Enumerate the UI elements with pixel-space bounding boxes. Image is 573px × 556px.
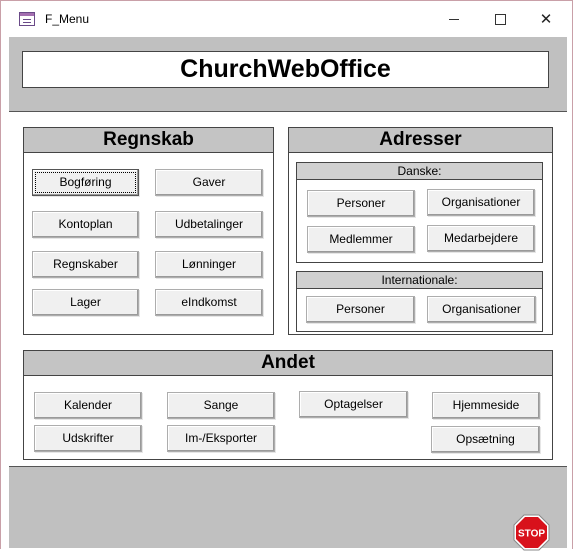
internationale-personer-button[interactable]: Personer [306, 296, 415, 323]
maximize-button[interactable] [477, 1, 523, 37]
lager-button[interactable]: Lager [32, 289, 139, 316]
stop-button[interactable]: STOP [513, 514, 550, 551]
andet-group: Andet Kalender Sange Optagelser Hjemmesi… [23, 350, 553, 460]
udbetalinger-button[interactable]: Udbetalinger [155, 211, 263, 238]
internationale-organisationer-button[interactable]: Organisationer [427, 296, 536, 323]
regnskab-title: Regnskab [24, 128, 273, 153]
regnskaber-button[interactable]: Regnskaber [32, 251, 139, 278]
danske-personer-button[interactable]: Personer [307, 190, 415, 217]
form-header: ChurchWebOffice [9, 37, 567, 112]
gaver-button[interactable]: Gaver [155, 169, 263, 196]
adresser-title: Adresser [289, 128, 552, 153]
form-icon [19, 12, 35, 26]
danske-organisationer-button[interactable]: Organisationer [427, 189, 535, 216]
optagelser-button[interactable]: Optagelser [299, 391, 408, 418]
bogforing-button[interactable]: Bogføring [32, 169, 139, 196]
danske-title: Danske: [297, 163, 542, 180]
im-eksporter-button[interactable]: Im-/Eksporter [167, 425, 275, 452]
adresser-group: Adresser Danske: Personer Organisationer… [288, 127, 553, 335]
minimize-button[interactable] [431, 1, 477, 37]
opsaetning-button[interactable]: Opsætning [431, 426, 540, 453]
danske-subgroup: Danske: Personer Organisationer Medlemme… [296, 162, 543, 263]
stop-label: STOP [518, 529, 545, 540]
internationale-title: Internationale: [297, 272, 542, 289]
form-body: ChurchWebOffice Regnskab Bogføring Gaver… [1, 37, 572, 551]
internationale-subgroup: Internationale: Personer Organisationer [296, 271, 543, 332]
lonninger-button[interactable]: Lønninger [155, 251, 263, 278]
andet-title: Andet [24, 351, 552, 376]
kontoplan-button[interactable]: Kontoplan [32, 211, 139, 238]
app-title: ChurchWebOffice [22, 51, 549, 88]
form-footer: STOP [9, 466, 567, 551]
access-form-window: F_Menu ✕ ChurchWebOffice Regnskab Bogfør… [0, 0, 573, 551]
close-button[interactable]: ✕ [523, 1, 569, 37]
kalender-button[interactable]: Kalender [34, 392, 142, 419]
title-bar[interactable]: F_Menu ✕ [1, 1, 572, 37]
hjemmeside-button[interactable]: Hjemmeside [432, 392, 540, 419]
window-title: F_Menu [45, 12, 90, 26]
eindkomst-button[interactable]: eIndkomst [155, 289, 263, 316]
stop-sign-icon: STOP [513, 514, 550, 551]
regnskab-group: Regnskab Bogføring Gaver Kontoplan Udbet… [23, 127, 274, 335]
udskrifter-button[interactable]: Udskrifter [34, 425, 142, 452]
form-detail: Regnskab Bogføring Gaver Kontoplan Udbet… [9, 113, 567, 466]
sange-button[interactable]: Sange [167, 392, 275, 419]
medarbejdere-button[interactable]: Medarbejdere [427, 225, 535, 252]
medlemmer-button[interactable]: Medlemmer [307, 226, 415, 253]
